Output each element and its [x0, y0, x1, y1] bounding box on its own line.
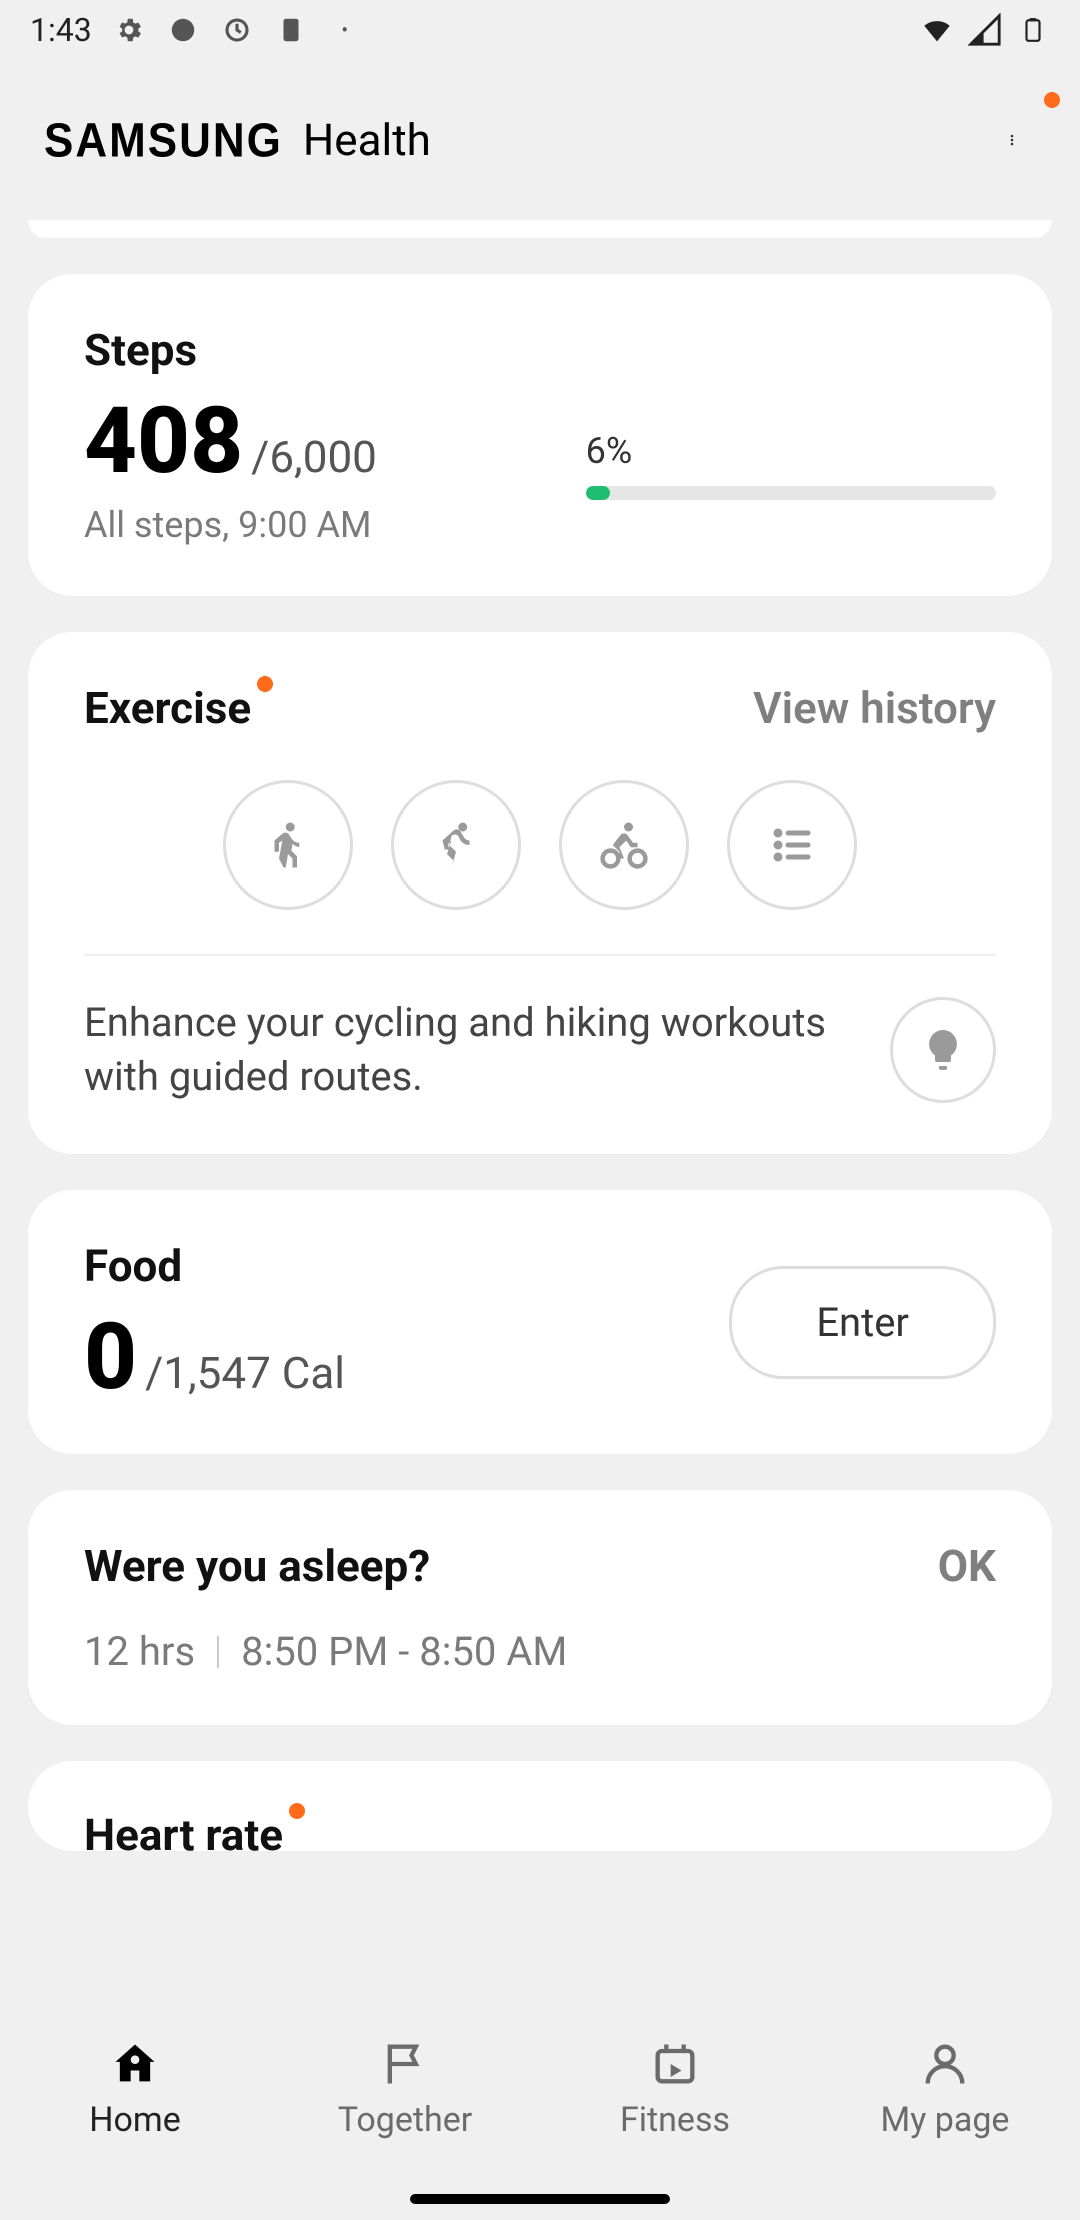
food-value: 0 — [84, 1312, 137, 1404]
nav-together[interactable]: Together — [270, 2036, 540, 2140]
sleep-ok-button[interactable]: OK — [938, 1540, 996, 1592]
fitness-icon — [647, 2036, 703, 2092]
gesture-bar[interactable] — [410, 2194, 670, 2204]
sleep-card[interactable]: Were you asleep? OK 12 hrs 8:50 PM - 8:5… — [28, 1490, 1052, 1725]
signal-icon — [968, 13, 1002, 47]
battery-icon — [1016, 13, 1050, 47]
heart-rate-title: Heart rate — [84, 1809, 283, 1851]
running-exercise-button[interactable] — [391, 780, 521, 910]
steps-goal: 6,000 — [269, 431, 377, 483]
steps-subtext: All steps, 9:00 AM — [84, 504, 586, 546]
notification-dot-icon — [1044, 92, 1060, 108]
sleep-range: 8:50 PM - 8:50 AM — [241, 1628, 567, 1675]
food-title: Food — [84, 1240, 182, 1292]
nav-home-label: Home — [89, 2100, 181, 2140]
cycling-exercise-button[interactable] — [559, 780, 689, 910]
exercise-card[interactable]: Exercise View history Enhance your cycli… — [28, 632, 1052, 1154]
bottom-nav: Home Together Fitness My page — [0, 2020, 1080, 2220]
wifi-icon — [920, 13, 954, 47]
sleep-duration: 12 hrs — [84, 1628, 195, 1675]
dot-icon: • — [328, 13, 362, 47]
nav-fitness-label: Fitness — [620, 2100, 730, 2140]
sim-icon — [274, 13, 308, 47]
steps-goal-prefix: / — [251, 431, 269, 483]
nav-together-label: Together — [338, 2100, 473, 2140]
walking-exercise-button[interactable] — [223, 780, 353, 910]
steps-title: Steps — [84, 324, 197, 376]
flag-icon — [377, 2036, 433, 2092]
nav-mypage[interactable]: My page — [810, 2036, 1080, 2140]
steps-value: 408 — [84, 396, 243, 488]
app-name-label: Health — [303, 114, 431, 166]
steps-percent-label: 6% — [586, 430, 996, 472]
nav-fitness[interactable]: Fitness — [540, 2036, 810, 2140]
lightbulb-tip-button[interactable] — [890, 997, 996, 1103]
steps-progress-fill — [586, 486, 611, 500]
status-time: 1:43 — [30, 11, 92, 49]
nav-home[interactable]: Home — [0, 2036, 270, 2140]
heart-rate-card[interactable]: Heart rate — [28, 1761, 1052, 1851]
exercise-title: Exercise — [84, 682, 251, 734]
app-header: SAMSUNG Health — [0, 60, 1080, 220]
food-enter-button[interactable]: Enter — [729, 1266, 996, 1379]
view-history-button[interactable]: View history — [753, 682, 996, 734]
food-card[interactable]: Food 0 /1,547 Cal Enter — [28, 1190, 1052, 1454]
separator — [217, 1636, 219, 1668]
steps-progress-bar — [586, 486, 996, 500]
status-bar: 1:43 • — [0, 0, 1080, 60]
gear-icon — [112, 13, 146, 47]
person-icon — [917, 2036, 973, 2092]
more-options-button[interactable] — [988, 116, 1036, 164]
nav-mypage-label: My page — [881, 2100, 1010, 2140]
app-notification-icon-1 — [166, 13, 200, 47]
previous-card-sliver — [28, 220, 1052, 238]
exercise-tip-text: Enhance your cycling and hiking workouts… — [84, 996, 858, 1104]
more-exercises-button[interactable] — [727, 780, 857, 910]
app-title: SAMSUNG Health — [44, 114, 431, 166]
brand-label: SAMSUNG — [44, 114, 283, 169]
food-goal: 1,547 Cal — [163, 1347, 345, 1399]
steps-card[interactable]: Steps 408 /6,000 All steps, 9:00 AM 6% — [28, 274, 1052, 596]
home-icon — [107, 2036, 163, 2092]
divider — [84, 954, 996, 956]
main-content: Steps 408 /6,000 All steps, 9:00 AM 6% — [0, 220, 1080, 1851]
app-notification-icon-2 — [220, 13, 254, 47]
sleep-title: Were you asleep? — [84, 1540, 430, 1592]
food-goal-prefix: / — [145, 1347, 163, 1399]
